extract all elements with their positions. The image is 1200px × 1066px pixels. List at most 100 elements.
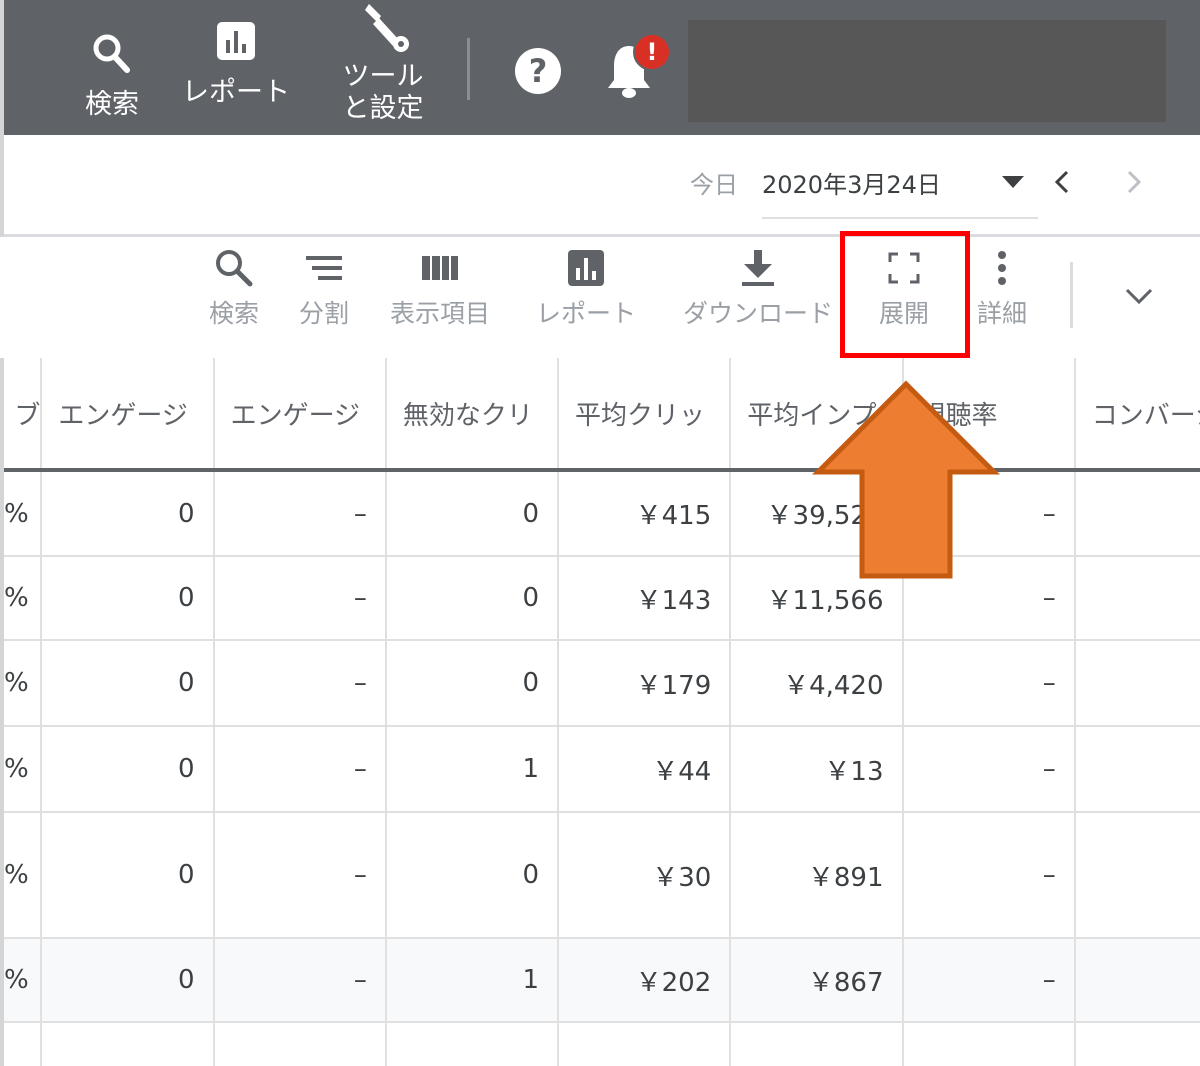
- table-search-label: 検索: [208, 299, 259, 328]
- help-icon[interactable]: ?: [515, 48, 561, 94]
- download-icon: [742, 250, 774, 286]
- table-header-row: ブ エンゲージ エンゲージ 無効なクリ 平均クリッ 平均インプ 視聴率 コンバー…: [4, 358, 1200, 472]
- table-cell: –: [213, 556, 387, 641]
- nav-search-button[interactable]: 検索: [72, 0, 152, 120]
- columns-icon: [422, 256, 458, 280]
- table-cell: ￥13: [730, 726, 904, 813]
- table-cell: [902, 1022, 1076, 1066]
- table-row: % 0 – 0 ￥143 ￥11,566 – 0.: [4, 556, 1200, 641]
- table-cell: –: [902, 812, 1076, 939]
- table-cell: 1: [385, 938, 560, 1023]
- table-cell: %: [4, 470, 43, 557]
- table-cell: 0: [41, 726, 215, 813]
- table-cell: 0: [41, 470, 215, 557]
- search-icon: [216, 250, 253, 287]
- table-row: % 0 – 0 ￥30 ￥891 – 0.: [4, 812, 1200, 939]
- bar-chart-icon: [217, 22, 255, 60]
- bar-chart-icon: [568, 250, 604, 286]
- table-cell: 0: [41, 556, 215, 641]
- dropdown-arrow-icon[interactable]: [1000, 173, 1026, 191]
- column-header[interactable]: 平均クリッ: [558, 358, 732, 472]
- table-cell: –: [213, 812, 387, 939]
- nav-reports-label: レポート: [182, 77, 290, 108]
- table-cell: –: [213, 726, 387, 813]
- more-vert-icon: [998, 251, 1006, 285]
- table-row: % 0 – 1 ￥202 ￥867 – 0.: [4, 938, 1200, 1023]
- table-cell: 0: [385, 556, 560, 641]
- table-cell: 0: [41, 640, 215, 727]
- table-cell: 0.: [1074, 938, 1200, 1023]
- table-cell: [730, 1022, 904, 1066]
- notification-badge: !: [633, 33, 671, 71]
- download-label: ダウンロード: [682, 299, 833, 328]
- nav-divider: [467, 38, 470, 100]
- divider: [4, 234, 1200, 237]
- wrench-icon: [365, 4, 409, 52]
- table-cell: ￥415: [558, 470, 732, 557]
- table-cell: 0.: [1074, 812, 1200, 939]
- table-cell: –: [213, 640, 387, 727]
- table-cell: 1: [385, 726, 560, 813]
- table-row: % 0 – 0 ￥415 ￥39,524 – 0.: [4, 470, 1200, 557]
- table-cell: ￥202: [558, 938, 732, 1023]
- more-details-label: 詳細: [976, 299, 1027, 328]
- column-header[interactable]: エンゲージ: [41, 358, 215, 472]
- chevron-left-icon[interactable]: [1050, 169, 1074, 195]
- table-cell: –: [213, 938, 387, 1023]
- table-cell: [4, 1022, 43, 1066]
- table-cell: ￥143: [558, 556, 732, 641]
- chevron-right-icon[interactable]: [1122, 169, 1146, 195]
- table-cell: ￥4,420: [730, 640, 904, 727]
- table-cell: %: [4, 812, 43, 939]
- more-details-button[interactable]: 詳細: [970, 248, 1034, 330]
- columns-label: 表示項目: [389, 299, 490, 328]
- data-table-container: ブ エンゲージ エンゲージ 無効なクリ 平均クリッ 平均インプ 視聴率 コンバー…: [0, 358, 1200, 1066]
- table-cell: [41, 1022, 215, 1066]
- column-header[interactable]: ブ: [4, 358, 43, 472]
- table-reports-button[interactable]: レポート: [528, 248, 644, 330]
- account-info-redacted[interactable]: [688, 20, 1166, 122]
- table-cell: –: [902, 726, 1076, 813]
- table-search-button[interactable]: 検索: [202, 248, 266, 330]
- segment-label: 分割: [298, 299, 349, 328]
- column-header[interactable]: エンゲージ: [213, 358, 387, 472]
- download-button[interactable]: ダウンロード: [670, 248, 846, 330]
- table-cell: %: [4, 726, 43, 813]
- nav-tools-label-line2: と設定: [342, 93, 424, 124]
- date-range-value[interactable]: 2020年3月24日: [762, 165, 941, 200]
- table-reports-label: レポート: [535, 299, 636, 328]
- toolbar-divider: [1070, 262, 1073, 328]
- segment-button[interactable]: 分割: [292, 248, 356, 330]
- expand-highlight-box: [840, 231, 970, 358]
- columns-button[interactable]: 表示項目: [380, 248, 500, 330]
- table-cell: –: [902, 938, 1076, 1023]
- nav-reports-button[interactable]: レポート: [174, 0, 298, 108]
- table-cell: 0.: [1074, 640, 1200, 727]
- nav-search-label: 検索: [85, 89, 139, 120]
- table-cell: %: [4, 556, 43, 641]
- column-header[interactable]: 無効なクリ: [385, 358, 560, 472]
- table-cell: 0.: [1074, 470, 1200, 557]
- segment-icon: [306, 256, 342, 280]
- column-header[interactable]: コンバージ: [1074, 358, 1200, 472]
- table-cell: –: [902, 640, 1076, 727]
- table-row: [4, 1022, 1200, 1066]
- table-cell: ￥44: [558, 726, 732, 813]
- date-range-preset-label: 今日: [690, 171, 738, 199]
- table-cell: [558, 1022, 732, 1066]
- table-cell: 0: [385, 640, 560, 727]
- table-cell: ￥179: [558, 640, 732, 727]
- search-icon: [93, 34, 130, 73]
- orange-up-arrow-annotation: [812, 380, 1000, 579]
- table-cell: 0: [41, 938, 215, 1023]
- table-cell: [1074, 1022, 1200, 1066]
- table-row: % 0 – 1 ￥44 ￥13 – 0.: [4, 726, 1200, 813]
- chevron-down-icon[interactable]: [1122, 284, 1156, 308]
- table-cell: 0: [385, 470, 560, 557]
- table-cell: %: [4, 938, 43, 1023]
- table-cell: –: [213, 470, 387, 557]
- date-range-bar: 今日 2020年3月24日: [0, 135, 1200, 237]
- nav-tools-settings-button[interactable]: ツール と設定: [324, 0, 442, 124]
- table-cell: 0: [41, 812, 215, 939]
- table-cell: ￥891: [730, 812, 904, 939]
